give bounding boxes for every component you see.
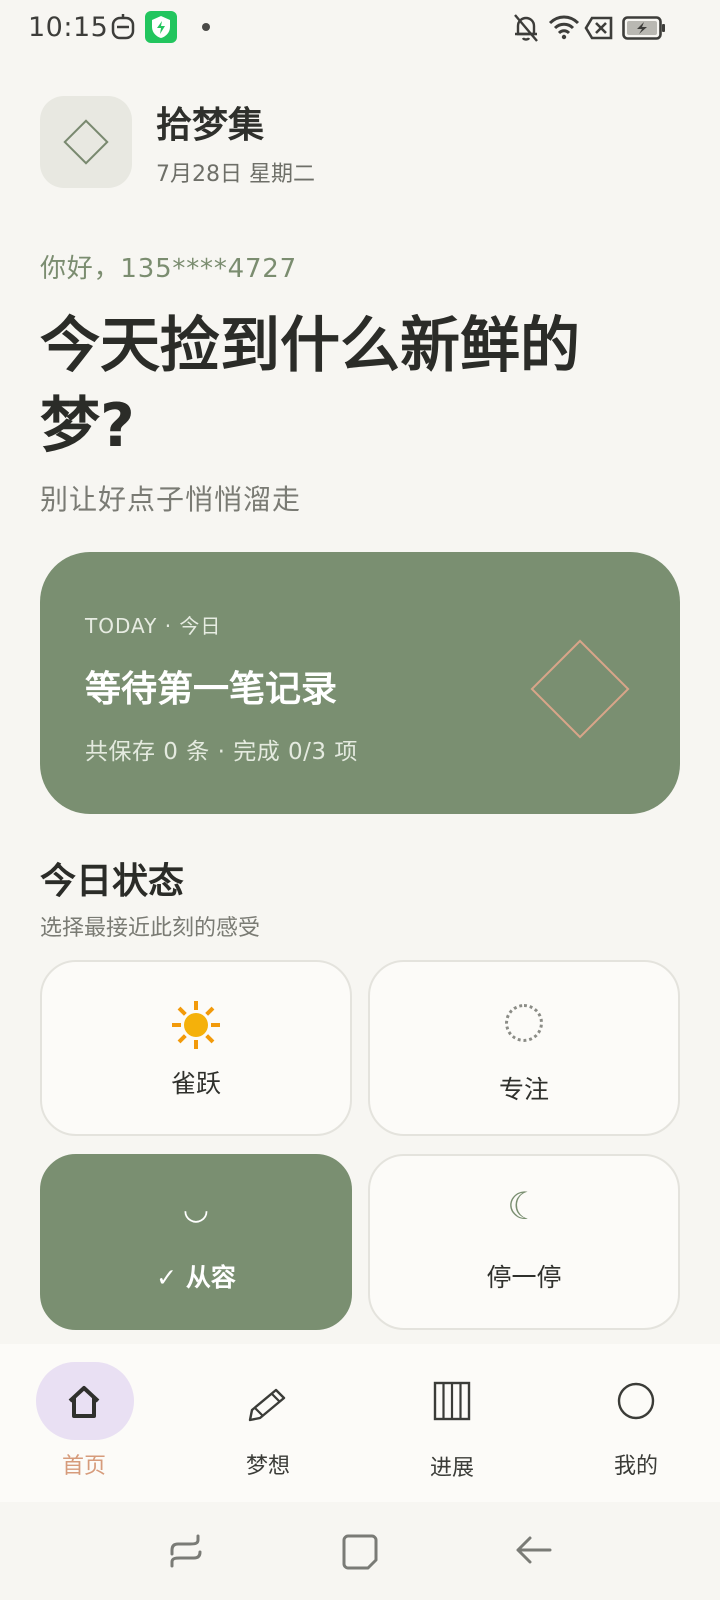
pencil-icon <box>208 1382 328 1426</box>
wifi-icon <box>548 15 580 40</box>
nav-label: 首页 <box>61 1454 106 1479</box>
nav-progress[interactable]: 进展 <box>392 1344 512 1502</box>
bottom-nav: 首页 梦想 进展 我的 <box>0 1344 720 1502</box>
shield-app-icon <box>145 11 177 43</box>
page-headline: 今天捡到什么新鲜的梦? <box>40 311 580 461</box>
mood-label: ✓ 从容 <box>156 1263 236 1292</box>
back-arrow-icon[interactable] <box>512 1530 556 1574</box>
notification-dot <box>202 23 210 31</box>
nav-dreams[interactable]: 梦想 <box>208 1344 328 1502</box>
dotted-circle-icon <box>370 1004 678 1046</box>
profile-circle-icon <box>576 1380 696 1426</box>
today-meta: 共保存 0 条 · 完成 0/3 项 <box>85 739 358 765</box>
sun-icon <box>42 1000 350 1054</box>
today-eyebrow: TODAY · 今日 <box>85 614 222 638</box>
system-nav-bar <box>0 1502 720 1600</box>
robot-icon <box>111 14 135 40</box>
page-subline: 别让好点子悄悄溜走 <box>40 483 302 516</box>
header-date: 7月28日 星期二 <box>156 162 315 187</box>
nav-label: 梦想 <box>245 1454 290 1479</box>
bell-off-icon <box>514 14 538 42</box>
mood-label: 雀跃 <box>170 1069 221 1098</box>
battery-charging-icon <box>622 16 665 40</box>
app-name: 拾梦集 <box>156 105 265 146</box>
nav-home[interactable]: 首页 <box>24 1344 144 1502</box>
mood-option-calm[interactable]: ◡ ✓ 从容 <box>40 1154 352 1330</box>
app-logo <box>40 96 132 188</box>
recents-icon[interactable] <box>164 1530 208 1574</box>
columns-icon <box>392 1380 512 1426</box>
diamond-icon <box>63 119 109 165</box>
status-bar: 10:15 <box>0 0 720 56</box>
status-time: 10:15 <box>28 12 109 43</box>
home-screen: 10:15 拾梦集 7月28日 星期二 你好，135****4727 今天捡到什… <box>0 0 720 1600</box>
mood-label: 专注 <box>498 1075 549 1104</box>
nav-profile[interactable]: 我的 <box>576 1344 696 1502</box>
diamond-outline-icon <box>530 639 630 739</box>
home-icon <box>24 1382 144 1426</box>
nav-label: 我的 <box>613 1454 658 1479</box>
mood-label: 停一停 <box>486 1263 562 1292</box>
today-summary-card[interactable]: TODAY · 今日 等待第一笔记录 共保存 0 条 · 完成 0/3 项 <box>40 552 680 814</box>
no-sim-icon <box>584 16 613 40</box>
greeting-text: 你好，135****4727 <box>40 254 297 284</box>
smile-icon: ◡ <box>182 1192 210 1227</box>
home-button-icon[interactable] <box>338 1530 382 1574</box>
mood-option-pause[interactable]: ☾ 停一停 <box>368 1154 680 1330</box>
today-title: 等待第一笔记录 <box>85 669 338 710</box>
crescent-moon-icon: ☾ <box>506 1184 542 1228</box>
mood-section-title: 今日状态 <box>40 861 185 902</box>
mood-section-subtitle: 选择最接近此刻的感受 <box>40 916 261 941</box>
nav-label: 进展 <box>429 1456 474 1481</box>
mood-option-joyful[interactable]: 雀跃 <box>40 960 352 1136</box>
mood-option-focused[interactable]: 专注 <box>368 960 680 1136</box>
